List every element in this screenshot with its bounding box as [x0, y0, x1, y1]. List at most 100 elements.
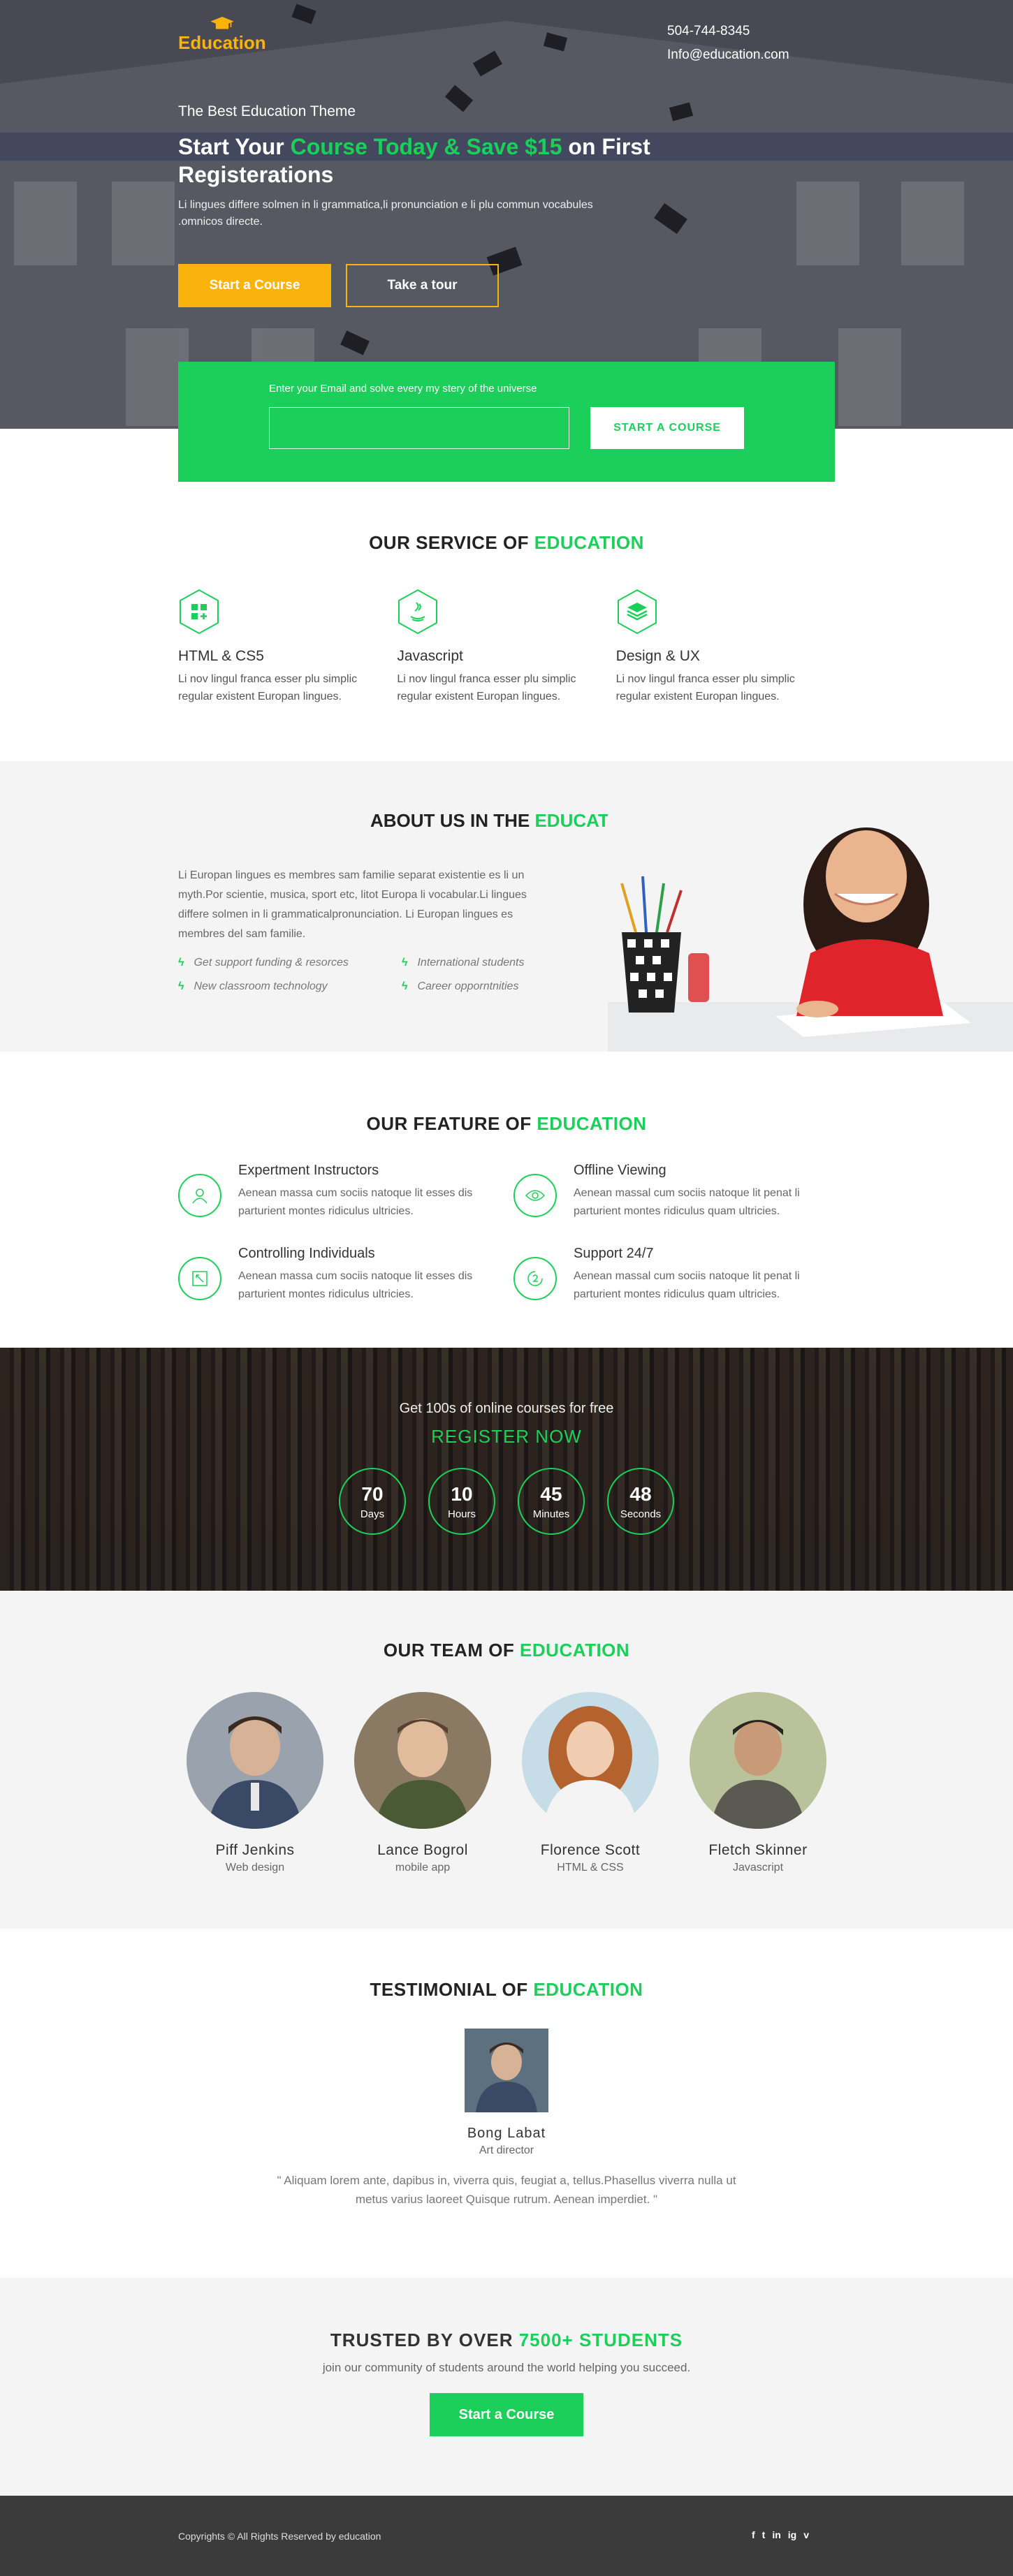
- avatar: [354, 1692, 491, 1829]
- service-description: Li nov lingul franca esser plu simplic r…: [178, 673, 358, 702]
- about-feature-item: ϟ Get support funding & resorces: [178, 957, 402, 969]
- testimonial-title-highlight: EDUCATION: [533, 1979, 643, 2000]
- facebook-icon[interactable]: f: [752, 2529, 755, 2540]
- timer-label: Minutes: [532, 1508, 570, 1520]
- testimonial-name: Bong Labat: [467, 2126, 546, 2141]
- services-title-start: OUR SERVICE OF: [369, 532, 534, 553]
- services-title: OUR SERVICE OF EDUCATION: [178, 532, 835, 554]
- service-item: Javascript Li nov lingul franca esser pl…: [397, 589, 615, 705]
- graduation-cap-icon: [210, 17, 234, 29]
- member-role: mobile app: [395, 1862, 451, 1874]
- brand-logo[interactable]: Education: [178, 17, 266, 54]
- about-title: ABOUT US IN THE EDUCATION: [370, 810, 641, 832]
- about-feature-label: International students: [417, 957, 525, 969]
- vimeo-icon[interactable]: v: [803, 2529, 809, 2540]
- linkedin-icon[interactable]: in: [772, 2529, 780, 2540]
- testimonial-title: TESTIMONIAL OF EDUCATION: [0, 1979, 1013, 2001]
- about-feature-label: Career opporntnities: [417, 980, 519, 992]
- feature-item: Offline Viewing Aenean massal cum sociis …: [513, 1163, 835, 1221]
- take-tour-button[interactable]: Take a tour: [346, 264, 499, 307]
- trust-title-start: TRUSTED BY OVER: [330, 2330, 519, 2350]
- about-feature-item: ϟ Career opporntnities: [402, 980, 555, 993]
- service-description: Li nov lingul franca esser plu simplic r…: [615, 673, 795, 702]
- user-icon: [178, 1174, 221, 1217]
- hero-tagline: The Best Education Theme: [178, 103, 356, 119]
- bolt-icon: ϟ: [178, 957, 184, 969]
- trust-start-course-button[interactable]: Start a Course: [430, 2393, 583, 2436]
- register-now-link[interactable]: REGISTER NOW: [0, 1426, 1013, 1448]
- member-name: Lance Bogrol: [377, 1842, 468, 1858]
- member-name: Florence Scott: [540, 1842, 641, 1858]
- email-input[interactable]: [269, 407, 569, 449]
- timer-label: Seconds: [620, 1508, 662, 1520]
- countdown-section: Get 100s of online courses for free REGI…: [0, 1348, 1013, 1591]
- avatar: [690, 1692, 826, 1829]
- eye-icon: [513, 1174, 557, 1217]
- twitter-icon[interactable]: t: [762, 2529, 766, 2540]
- about-title-start: ABOUT US IN THE: [370, 810, 535, 831]
- testimonial-title-start: TESTIMONIAL OF: [370, 1979, 534, 2000]
- member-role: Javascript: [732, 1862, 784, 1874]
- about-feature-label: Get support funding & resorces: [194, 957, 349, 969]
- instagram-icon[interactable]: ig: [788, 2529, 796, 2540]
- about-paragraph: Li Europan lingues es membres sam famili…: [178, 869, 527, 940]
- service-title: Javascript: [397, 648, 463, 664]
- features-title-start: OUR FEATURE OF: [366, 1113, 537, 1134]
- hero-description: Li lingues differe solmen in li grammati…: [178, 199, 593, 228]
- about-feature-item: ϟ International students: [402, 957, 555, 969]
- signup-start-course-button[interactable]: START A COURSE: [590, 407, 744, 449]
- feature-title: Support 24/7: [574, 1246, 654, 1261]
- team-member: Florence Scott HTML & CSS: [520, 1692, 660, 1874]
- footer: Copyrights © All Rights Reserved by educ…: [0, 2496, 1013, 2576]
- java-icon: [398, 589, 438, 635]
- apps-icon: [180, 589, 219, 635]
- timer-label: Days: [360, 1508, 385, 1520]
- avatar: [522, 1692, 659, 1829]
- feature-title: Expertment Instructors: [238, 1163, 379, 1178]
- bolt-icon: ϟ: [402, 957, 408, 969]
- team-title-start: OUR TEAM OF: [383, 1640, 520, 1661]
- timer-value: 48: [629, 1482, 652, 1505]
- member-name: Piff Jenkins: [215, 1842, 295, 1858]
- feature-item: Expertment Instructors Aenean massa cum s…: [178, 1163, 513, 1221]
- copyright-text: Copyrights © All Rights Reserved by educ…: [178, 2531, 381, 2542]
- member-name: Fletch Skinner: [708, 1842, 808, 1858]
- service-title: Design & UX: [615, 648, 700, 664]
- feature-description: Aenean massal cum sociis natoque lit pen…: [574, 1187, 800, 1217]
- email-address[interactable]: Info@education.com: [667, 43, 789, 67]
- hero-title-start: Start Your: [178, 134, 291, 159]
- bolt-icon: ϟ: [178, 980, 184, 992]
- testimonial-photo: [465, 2029, 548, 2112]
- feature-title: Controlling Individuals: [238, 1246, 375, 1261]
- countdown-timers: 70 Days 10 Hours 45 Minutes 48 Seconds: [0, 1468, 1013, 1535]
- team-member: Piff Jenkins Web design: [185, 1692, 325, 1874]
- hero-title: Start Your Course Today & Save $15 on Fi…: [178, 133, 681, 189]
- team-title-highlight: EDUCATION: [520, 1640, 630, 1661]
- email-signup-box: Enter your Email and solve every my ster…: [178, 362, 835, 482]
- service-title: HTML & CS5: [178, 648, 264, 664]
- features-section: OUR FEATURE OF EDUCATION Expertment Inst…: [0, 1052, 1013, 1348]
- team-list: Piff Jenkins Web design Lance Bogrol mob…: [185, 1692, 828, 1874]
- timer-days: 70 Days: [339, 1468, 406, 1535]
- services-title-highlight: EDUCATION: [534, 532, 644, 553]
- trust-title-highlight: 7500+ STUDENTS: [518, 2330, 683, 2350]
- phone-number: 504-744-8345: [667, 24, 750, 38]
- testimonial-quote: " Aliquam lorem ante, dapibus in, viverr…: [277, 2174, 736, 2206]
- avatar: [187, 1692, 323, 1829]
- service-item: HTML & CS5 Li nov lingul franca esser pl…: [178, 589, 397, 705]
- timer-seconds: 48 Seconds: [607, 1468, 674, 1535]
- countdown-subtitle: Get 100s of online courses for free: [399, 1401, 614, 1416]
- support-icon: [513, 1257, 557, 1300]
- layers-icon: [617, 589, 657, 635]
- team-section: OUR TEAM OF EDUCATION Piff Jenkins Web d…: [0, 1591, 1013, 1929]
- start-course-button[interactable]: Start a Course: [178, 264, 331, 307]
- about-section: ABOUT US IN THE EDUCATION Li Europan lin…: [0, 761, 1013, 1052]
- trust-section: TRUSTED BY OVER 7500+ STUDENTS join our …: [0, 2278, 1013, 2496]
- features-list: Expertment Instructors Aenean massa cum s…: [178, 1163, 835, 1304]
- trust-subtitle: join our community of students around th…: [322, 2361, 691, 2374]
- logo-text: Education: [178, 32, 266, 53]
- feature-description: Aenean massa cum sociis natoque lit esse…: [238, 1270, 473, 1300]
- feature-item: Support 24/7 Aenean massal cum sociis nat…: [513, 1246, 835, 1304]
- signup-label: Enter your Email and solve every my ster…: [269, 383, 537, 395]
- timer-minutes: 45 Minutes: [518, 1468, 585, 1535]
